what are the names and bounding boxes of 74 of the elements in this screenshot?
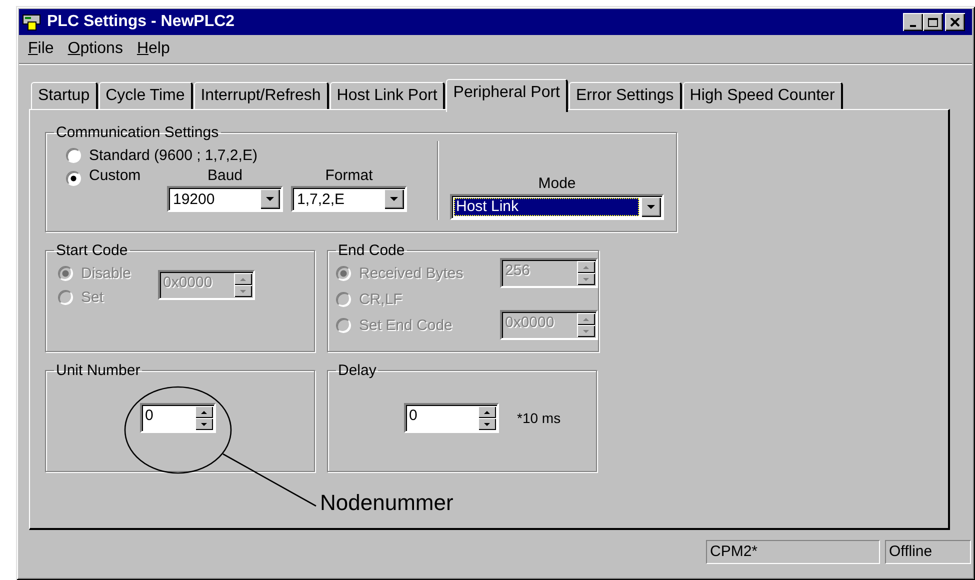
- maximize-button[interactable]: [923, 13, 943, 31]
- field-label: Baud: [207, 167, 243, 184]
- caret-icon: [647, 205, 655, 209]
- dropdown-value: Host Link: [454, 198, 639, 216]
- radio-label: Received Bytes: [359, 264, 464, 282]
- group-title: Communication Settings: [55, 124, 220, 141]
- down-arrow-icon: [484, 422, 490, 426]
- up-arrow-icon: [583, 266, 589, 268]
- spin-down-button[interactable]: [195, 418, 213, 430]
- radio-button[interactable]: [66, 171, 81, 186]
- up-arrow-icon: [201, 410, 207, 414]
- up-arrow-icon: [583, 318, 589, 320]
- spin-down-button[interactable]: [478, 418, 496, 430]
- tab[interactable]: Interrupt/Refresh: [194, 82, 329, 109]
- group-title: Delay: [337, 362, 378, 379]
- minimize-icon: [910, 25, 916, 27]
- radio-label: Standard (9600 ; 1,7,2,E): [89, 146, 258, 164]
- radio-label: Set End Code: [359, 316, 452, 334]
- tab[interactable]: Error Settings: [568, 82, 682, 109]
- caret-icon: [266, 197, 274, 201]
- radio-button[interactable]: [66, 148, 81, 162]
- status-panel: CPM2*: [706, 540, 880, 564]
- dropdown-button[interactable]: [641, 197, 661, 217]
- mode-dropdown[interactable]: Host Link: [450, 194, 664, 220]
- down-arrow-icon: [240, 290, 246, 292]
- spin-field[interactable]: 0: [404, 403, 499, 433]
- annotation-label: Nodenummer: [320, 490, 454, 516]
- menu-item[interactable]: Options: [60, 40, 130, 58]
- window-title: PLC Settings - NewPLC2: [47, 13, 236, 31]
- menu-item[interactable]: Help: [130, 40, 177, 58]
- tab[interactable]: Host Link Port: [330, 82, 446, 109]
- unit-label: *10 ms: [517, 410, 561, 426]
- spin-value: 0x0000: [504, 313, 556, 333]
- minimize-button[interactable]: [903, 13, 923, 31]
- menu-item[interactable]: File: [21, 40, 61, 58]
- spin-up-button[interactable]: [195, 406, 213, 418]
- format-dropdown[interactable]: 1,7,2,E: [291, 186, 407, 212]
- radio-label: Set: [81, 288, 104, 306]
- field-label: Mode: [538, 175, 576, 192]
- down-arrow-icon: [583, 278, 589, 280]
- spin-field[interactable]: 0: [140, 403, 216, 433]
- spin-value: 0x0000: [162, 273, 214, 293]
- group-title: Start Code: [55, 242, 129, 259]
- tab[interactable]: High Speed Counter: [682, 82, 843, 109]
- field-label: Format: [325, 167, 373, 184]
- dropdown-button[interactable]: [384, 189, 404, 209]
- tab[interactable]: Peripheral Port: [446, 79, 568, 112]
- up-arrow-icon: [240, 278, 246, 280]
- plc-icon: [22, 13, 42, 31]
- up-arrow-icon: [484, 410, 490, 414]
- spin-up-button[interactable]: [577, 313, 595, 325]
- maximize-icon: [928, 18, 938, 26]
- status-panel: Offline: [885, 540, 971, 564]
- caret-icon: [390, 197, 398, 201]
- radio-label: Custom: [89, 167, 142, 184]
- spin-value: 256: [504, 261, 532, 281]
- tab[interactable]: Cycle Time: [98, 82, 193, 109]
- spin-value: 0: [144, 406, 154, 426]
- spin-value: 0: [408, 406, 418, 426]
- radio-label: CR,LF: [359, 290, 402, 308]
- baud-dropdown[interactable]: 19200: [167, 186, 283, 212]
- spin-up-button[interactable]: [478, 406, 496, 418]
- spin-down-button[interactable]: [577, 325, 595, 337]
- dropdown-value: 19200: [172, 190, 216, 208]
- radio-label: Disable: [81, 264, 132, 282]
- dropdown-value: 1,7,2,E: [296, 190, 346, 208]
- close-button[interactable]: [945, 13, 965, 31]
- tab[interactable]: Startup: [31, 82, 98, 109]
- dropdown-button[interactable]: [260, 189, 280, 209]
- group-title: End Code: [337, 242, 406, 259]
- down-arrow-icon: [201, 422, 207, 426]
- close-icon: [950, 18, 960, 26]
- group-title: Unit Number: [55, 362, 142, 379]
- down-arrow-icon: [583, 330, 589, 332]
